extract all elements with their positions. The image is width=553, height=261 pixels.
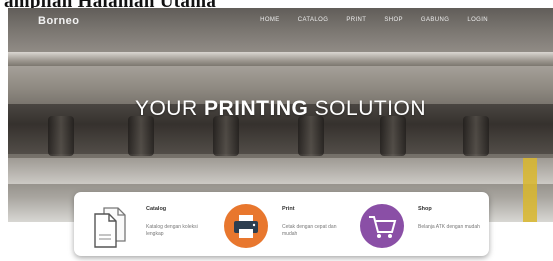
shopping-cart-icon	[358, 202, 406, 250]
nav-link-login[interactable]: Login	[458, 17, 497, 23]
documents-icon	[86, 202, 134, 250]
service-shop[interactable]: Shop Belanja ATK dengan mudah	[358, 200, 488, 250]
service-print[interactable]: Print Cetak dengan cepat dan mudah	[222, 200, 352, 250]
hero-banner: Borneo Home Catalog Print Shop Gabung Lo…	[8, 8, 553, 222]
top-navbar: Borneo Home Catalog Print Shop Gabung Lo…	[8, 8, 553, 34]
service-catalog[interactable]: Catalog Katalog dengan koleksi lengkap	[86, 200, 216, 250]
service-title: Catalog	[146, 206, 167, 212]
service-description: Cetak dengan cepat dan mudah	[282, 224, 337, 237]
service-title: Shop	[418, 206, 432, 212]
nav-link-shop[interactable]: Shop	[375, 17, 412, 23]
service-description: Katalog dengan koleksi lengkap	[146, 224, 198, 237]
printer-icon	[222, 202, 270, 250]
nav-link-home[interactable]: Home	[251, 17, 289, 23]
nav-links: Home Catalog Print Shop Gabung Login	[251, 17, 497, 23]
services-card: Catalog Katalog dengan koleksi lengkap P…	[74, 192, 489, 256]
nav-link-gabung[interactable]: Gabung	[412, 17, 458, 23]
brand-logo[interactable]: Borneo	[38, 15, 80, 27]
service-description: Belanja ATK dengan mudah	[418, 224, 480, 230]
hero-headline: YOUR PRINTING SOLUTION	[134, 97, 427, 120]
service-title: Print	[282, 206, 295, 212]
nav-link-catalog[interactable]: Catalog	[289, 17, 338, 23]
nav-link-print[interactable]: Print	[337, 17, 375, 23]
